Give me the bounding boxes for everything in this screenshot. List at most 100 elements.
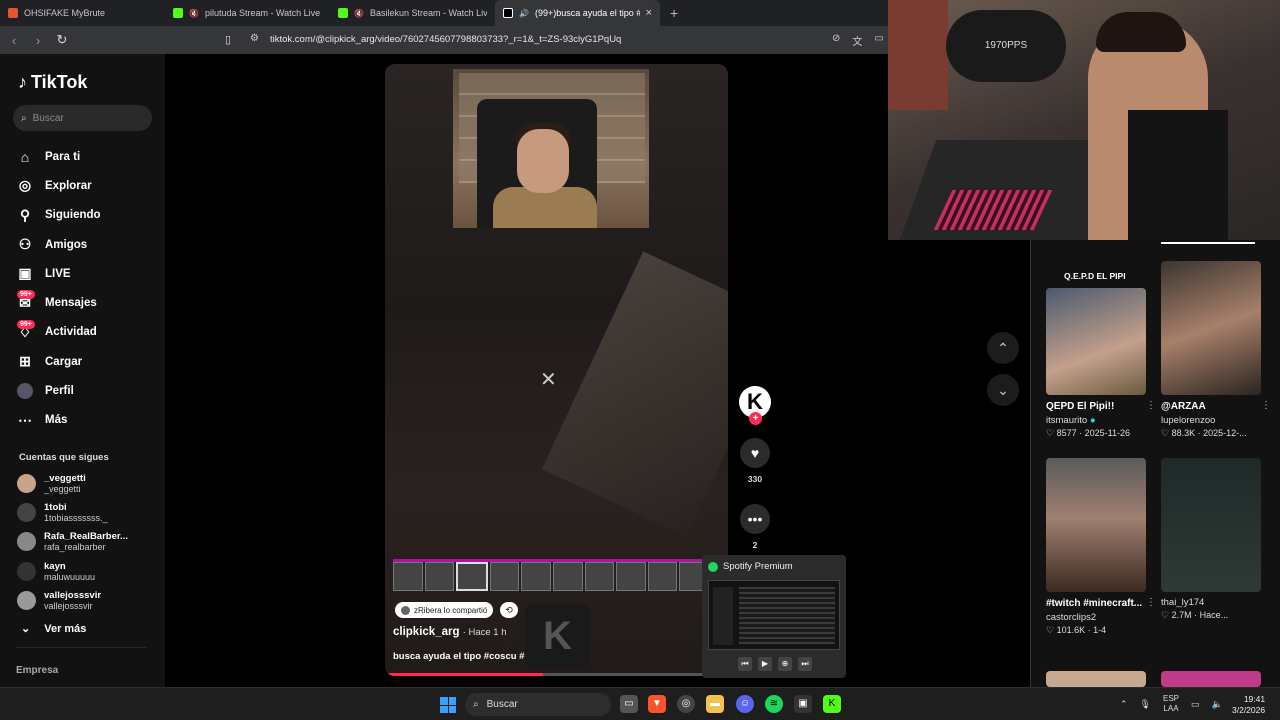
cast-icon[interactable]: ▭ (874, 33, 883, 48)
network-icon[interactable]: ▭ (1191, 699, 1200, 710)
obs-icon[interactable]: ▣ (794, 695, 812, 713)
nav-item-siguiendo[interactable]: ⚲ Siguiendo (17, 201, 101, 230)
nav-label: Explorar (45, 179, 92, 192)
file-explorer-icon[interactable]: ▬ (706, 695, 724, 713)
previous-video-button[interactable]: ⌃ (987, 332, 1019, 364)
bookmark-icon[interactable]: ▯ (225, 33, 231, 46)
kick-icon[interactable]: K (823, 695, 841, 713)
video-thumbnail[interactable] (1046, 288, 1146, 395)
related-video-card[interactable]: #twitch #minecraft... castorclips2 ♡ 101… (1046, 458, 1156, 636)
volume-icon[interactable]: 🔈 (1212, 699, 1223, 710)
forward-arrow-icon[interactable]: › (28, 33, 48, 48)
nav-label: Siguiendo (45, 209, 101, 222)
like-count: 8577 (1056, 428, 1077, 438)
shared-by-chip[interactable]: zRibera lo compartió (395, 602, 494, 618)
clock-date: 3/2/2026 (1232, 705, 1266, 715)
spotify-icon[interactable]: ≋ (765, 695, 783, 713)
video-author[interactable]: clipkick_arg · Hace 1 h (393, 626, 507, 638)
comment-button[interactable]: ••• (740, 504, 770, 534)
video-off-icon[interactable]: ⊘ (832, 33, 840, 48)
account-name: kayn (44, 560, 66, 572)
next-track-icon[interactable]: ⏭ (798, 657, 812, 671)
account-name: _veggetti (44, 473, 86, 485)
creator-avatar[interactable]: K + (739, 386, 771, 425)
like-button[interactable]: ♥ (740, 438, 770, 468)
site-info-icon[interactable]: ⚙ (250, 33, 259, 44)
nav-label: Amigos (45, 238, 88, 251)
related-video-card[interactable]: thai_ly174 ♡ 2.7M · Hace... (1161, 458, 1261, 621)
see-more-label: Ver más (44, 622, 87, 635)
muted-speaker-icon: 🔇 (189, 8, 199, 18)
nav-item-amigos[interactable]: ⚇ Amigos (17, 230, 101, 259)
system-clock[interactable]: 19:41 3/2/2026 (1232, 694, 1265, 716)
following-account[interactable]: vallejosssvir vallejosssvir (17, 586, 128, 615)
browser-tab[interactable]: 🔇 pilutuda Stream - Watch Live on Kick (165, 0, 330, 26)
discord-icon[interactable]: ☺ (736, 695, 754, 713)
following-list: _veggetti _veggetti 1tobi 1tobiasssssss._ … (17, 469, 128, 615)
nav-item-perfil[interactable]: Perfil (17, 376, 101, 405)
nav-label: Mensajes (45, 297, 97, 310)
chrome-icon[interactable]: ◎ (677, 695, 695, 713)
following-account[interactable]: _veggetti _veggetti (17, 469, 128, 498)
new-tab-button[interactable]: + (660, 5, 688, 21)
repost-icon[interactable]: ⟲ (500, 602, 518, 618)
spotify-taskbar-preview[interactable]: Spotify Premium ⏮ ▶ ⊕ ⏭ (702, 555, 846, 678)
nav-item-cargar[interactable]: ⊞ Cargar (17, 347, 101, 376)
related-video-card[interactable]: @ARZAA lupelorenzoo ♡ 88.3K · 2025-12-..… (1161, 261, 1271, 439)
nav-label: Perfil (45, 385, 74, 398)
following-account[interactable]: Rafa_RealBarber... rafa_realbarber (17, 527, 128, 556)
video-progress-bar[interactable] (385, 673, 728, 676)
brave-icon[interactable]: ▼ (648, 695, 666, 713)
nav-item-explorar[interactable]: ◎ Explorar (17, 171, 101, 200)
video-thumbnail[interactable] (1046, 458, 1146, 592)
nav-item-mensajes[interactable]: ✉ 99+ Mensajes (17, 288, 101, 317)
following-section-title: Cuentas que sigues (19, 452, 109, 463)
more-options-icon[interactable]: ⋮ (1146, 597, 1156, 608)
video-meta: ♡ 8577 · 2025-11-26 (1046, 428, 1130, 438)
play-icon[interactable]: ▶ (758, 657, 772, 671)
translate-icon[interactable]: 文 (852, 33, 862, 48)
url-field[interactable]: tiktok.com/@clipkick_arg/video/760274560… (270, 34, 621, 45)
tiktok-logo[interactable]: ♪ TikTok (18, 72, 87, 93)
footer-link[interactable]: Empresa (16, 665, 58, 676)
search-input[interactable]: ⌕ Buscar (13, 105, 152, 131)
video-thumbnail[interactable] (1161, 671, 1261, 687)
nav-item-mas[interactable]: ⋯ Más (17, 406, 101, 435)
windows-start-icon[interactable] (440, 697, 456, 713)
see-more-button[interactable]: ⌄ Ver más (21, 622, 87, 636)
tab-title: (99+)busca ayuda el tipo #coscu (534, 8, 640, 18)
nav-item-actividad[interactable]: ♢ 99+ Actividad (17, 318, 101, 347)
friends-icon: ⚇ (18, 236, 32, 253)
browser-tab-active[interactable]: 🔊 (99+)busca ayuda el tipo #coscu × (495, 0, 660, 26)
chevron-up-icon[interactable]: ⌃ (1120, 699, 1128, 710)
language-indicator[interactable]: ESP LAA (1163, 694, 1179, 714)
related-video-card[interactable]: QEPD El Pipi!! itsmaurito ● ♡ 8577 · 202… (1046, 288, 1156, 439)
close-tab-icon[interactable]: × (646, 7, 652, 19)
browser-tab[interactable]: 🔇 Basilekun Stream - Watch Live on Kick (330, 0, 495, 26)
more-options-icon[interactable]: ⋮ (1146, 400, 1156, 411)
follow-plus-button[interactable]: + (749, 412, 762, 425)
nav-label: Actividad (45, 326, 97, 339)
nav-label: LIVE (45, 267, 71, 280)
clock-time: 19:41 (1243, 694, 1266, 704)
reload-icon[interactable]: ↻ (52, 32, 72, 48)
video-thumbnail[interactable] (1161, 458, 1261, 592)
following-account[interactable]: kayn maluwuuuuu (17, 557, 128, 586)
video-thumbnail[interactable] (1161, 261, 1261, 395)
video-thumbnail[interactable] (1046, 671, 1146, 687)
back-arrow-icon[interactable]: ‹ (4, 33, 24, 48)
previous-track-icon[interactable]: ⏮ (738, 657, 752, 671)
browser-tab[interactable]: OHSIFAKE MyBrute (0, 0, 165, 26)
nav-item-live[interactable]: ▣ LIVE (17, 259, 101, 288)
microphone-icon[interactable]: 🎙 (1140, 699, 1151, 710)
shuffle-icon[interactable]: ⊕ (778, 657, 792, 671)
taskbar-search[interactable]: ⌕ Buscar (465, 693, 611, 716)
more-options-icon[interactable]: ⋮ (1261, 400, 1271, 411)
next-video-button[interactable]: ⌄ (987, 374, 1019, 406)
following-account[interactable]: 1tobi 1tobiasssssss._ (17, 498, 128, 527)
video-player[interactable]: ✕ zRibera lo compartió ⟲ clipkick_arg · … (385, 64, 728, 676)
nav-item-para-ti[interactable]: ⌂ Para ti (17, 142, 101, 171)
heart-icon: ♥ (750, 445, 760, 461)
task-view-icon[interactable]: ▭ (620, 695, 638, 713)
window-thumbnail[interactable] (708, 580, 840, 650)
